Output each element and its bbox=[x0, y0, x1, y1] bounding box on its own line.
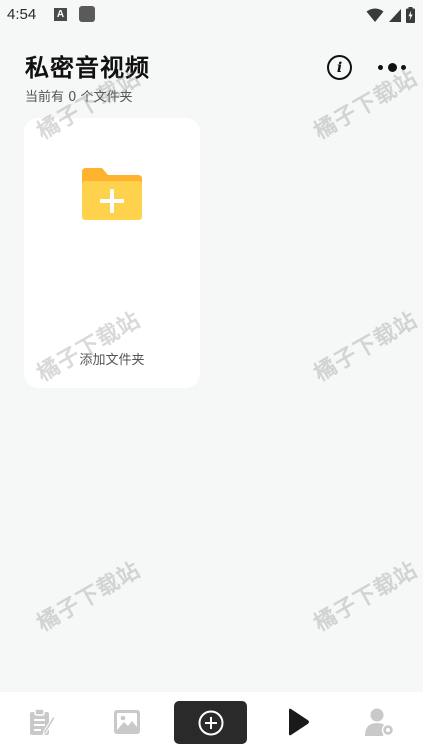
screen: 4:54 A 私密音视频 当前有 0 个文件夹 i 添加文件夹 橘子下载站 橘子… bbox=[0, 0, 423, 752]
watermark: 橘子下载站 bbox=[310, 557, 423, 637]
signal-icon bbox=[389, 8, 401, 22]
status-bar: 4:54 A bbox=[0, 0, 423, 30]
nav-add-tab[interactable] bbox=[174, 701, 247, 744]
more-dots-icon bbox=[378, 64, 383, 70]
wifi-icon bbox=[366, 8, 384, 22]
notification-a-icon: A bbox=[54, 8, 67, 21]
add-folder-label: 添加文件夹 bbox=[79, 353, 145, 368]
status-time: 4:54 bbox=[7, 6, 37, 23]
watermark: 橘子下载站 bbox=[33, 557, 146, 637]
info-button[interactable]: i bbox=[327, 55, 352, 80]
notification-app-icon bbox=[79, 6, 95, 22]
image-icon bbox=[114, 710, 140, 734]
nav-notes-tab[interactable] bbox=[12, 692, 72, 752]
nav-profile-tab[interactable] bbox=[350, 692, 410, 752]
info-icon: i bbox=[336, 59, 343, 76]
bottom-nav bbox=[0, 692, 423, 752]
add-circle-icon bbox=[198, 710, 223, 735]
status-icons bbox=[366, 6, 415, 24]
folder-count-text: 当前有 0 个文件夹 bbox=[25, 90, 133, 105]
notes-icon bbox=[30, 708, 56, 737]
watermark: 橘子下载站 bbox=[310, 307, 423, 387]
user-settings-icon bbox=[365, 708, 395, 737]
add-folder-card[interactable]: 添加文件夹 bbox=[24, 118, 200, 388]
play-icon bbox=[289, 708, 309, 736]
more-options-button[interactable] bbox=[378, 60, 406, 74]
more-dots-icon-right bbox=[401, 64, 406, 70]
folder-add-icon bbox=[82, 168, 142, 220]
nav-images-tab[interactable] bbox=[97, 692, 157, 752]
more-dots-icon-center bbox=[387, 62, 397, 72]
battery-icon bbox=[406, 7, 415, 23]
nav-media-tab[interactable] bbox=[268, 692, 328, 752]
page-title: 私密音视频 bbox=[25, 54, 150, 82]
